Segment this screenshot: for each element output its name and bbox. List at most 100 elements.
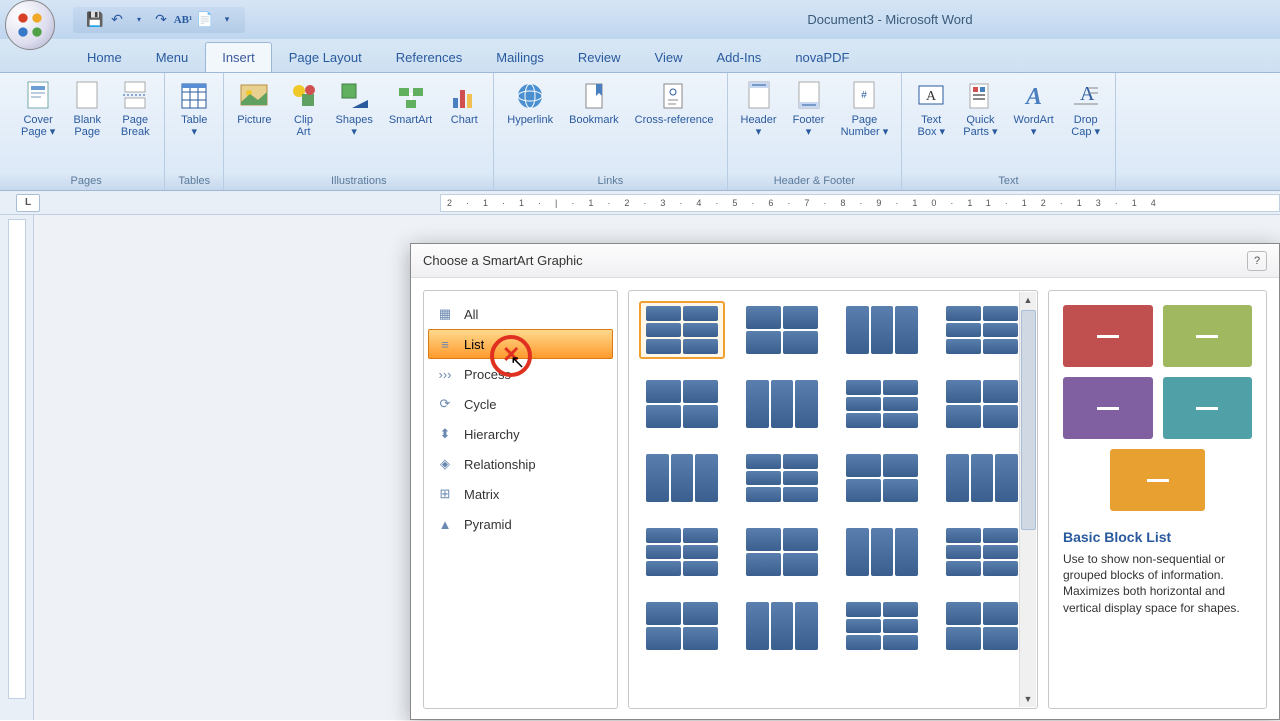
smartart-thumbnail[interactable] [839,597,925,655]
tab-novapdf[interactable]: novaPDF [778,42,866,72]
category-all[interactable]: ▦All [428,299,613,329]
tab-selector[interactable]: L [16,194,40,212]
category-hierarchy-icon: ⬍ [436,426,454,442]
category-panel: ▦All≡List›››Process⟳Cycle⬍Hierarchy◈Rela… [423,290,618,709]
smartart-thumbnail[interactable] [639,301,725,359]
text-box-button[interactable]: AText Box ▾ [908,76,954,142]
tab-add-ins[interactable]: Add-Ins [700,42,779,72]
shapes-button[interactable]: Shapes ▾ [329,76,380,142]
quick-parts-label: Quick Parts ▾ [963,114,997,138]
category-cycle[interactable]: ⟳Cycle [428,389,613,419]
cross-reference-icon [658,80,690,112]
smartart-thumbnail[interactable] [739,375,825,433]
tab-references[interactable]: References [379,42,479,72]
smartart-thumbnail[interactable] [739,523,825,581]
dialog-title: Choose a SmartArt Graphic ? [411,244,1279,278]
table-button[interactable]: Table ▾ [171,76,217,142]
undo-icon[interactable]: ↶ [109,12,125,28]
clip-art-icon [288,80,320,112]
blank-page-icon [71,80,103,112]
ribbon-group-illustrations: PictureClip ArtShapes ▾SmartArtChartIllu… [224,73,494,190]
tab-page-layout[interactable]: Page Layout [272,42,379,72]
ruler-vertical [0,215,34,720]
group-label: Links [500,173,720,190]
tab-menu[interactable]: Menu [139,42,206,72]
cover-page-button[interactable]: Cover Page ▾ [14,76,62,142]
qat-item-icon[interactable]: 📄 [197,12,213,28]
footer-button[interactable]: Footer ▾ [786,76,832,142]
tab-insert[interactable]: Insert [205,42,272,72]
smartart-thumbnail[interactable] [639,523,725,581]
smartart-thumbnail[interactable] [739,449,825,507]
drop-cap-button[interactable]: ADrop Cap ▾ [1063,76,1109,142]
tab-view[interactable]: View [638,42,700,72]
office-button[interactable] [5,0,55,50]
page-break-label: Page Break [121,114,150,138]
svg-text:A: A [1080,83,1095,105]
smartart-thumbnail[interactable] [839,375,925,433]
picture-button[interactable]: Picture [230,76,278,130]
smartart-thumbnail[interactable] [639,375,725,433]
category-relationship[interactable]: ◈Relationship [428,449,613,479]
redo-icon[interactable]: ↷ [153,12,169,28]
smartart-thumbnail[interactable] [939,301,1025,359]
smartart-thumbnail[interactable] [739,301,825,359]
smartart-thumbnail[interactable] [739,597,825,655]
category-list[interactable]: ≡List [428,329,613,359]
smartart-button[interactable]: SmartArt [382,76,439,130]
scroll-up-icon[interactable]: ▲ [1024,292,1033,308]
blank-page-button[interactable]: Blank Page [64,76,110,142]
header-button[interactable]: Header ▾ [734,76,784,142]
scroll-down-icon[interactable]: ▼ [1024,691,1033,707]
chart-button[interactable]: Chart [441,76,487,130]
smartart-thumbnail[interactable] [939,375,1025,433]
smartart-icon [395,80,427,112]
qat-customize-icon[interactable]: ▾ [219,12,235,28]
smartart-thumbnail[interactable] [939,449,1025,507]
help-icon[interactable]: ? [1247,251,1267,271]
bookmark-icon [578,80,610,112]
smartart-thumbnail[interactable] [839,523,925,581]
cross-reference-button[interactable]: Cross-reference [628,76,721,130]
tab-mailings[interactable]: Mailings [479,42,561,72]
hyperlink-icon [514,80,546,112]
smartart-thumbnail[interactable] [839,449,925,507]
format-icon[interactable]: AB¹ [175,12,191,28]
smartart-thumbnail[interactable] [939,597,1025,655]
group-label: Text [908,173,1108,190]
category-pyramid[interactable]: ▲Pyramid [428,509,613,539]
svg-text:#: # [862,90,868,101]
quick-parts-button[interactable]: Quick Parts ▾ [956,76,1004,142]
undo-dropdown-icon[interactable]: ▾ [131,12,147,28]
bookmark-button[interactable]: Bookmark [562,76,626,130]
ribbon-group-links: Hyperlink Bookmark Cross-reference Links [494,73,727,190]
smartart-dialog: Choose a SmartArt Graphic ? ▦All≡List›››… [410,243,1280,720]
page-break-button[interactable]: Page Break [112,76,158,142]
smartart-thumbnail[interactable] [839,301,925,359]
wordart-button[interactable]: AWordArt ▾ [1007,76,1061,142]
svg-text:A: A [926,89,937,104]
preview-panel: Basic Block List Use to show non-sequent… [1048,290,1267,709]
ribbon-tabs: HomeMenuInsertPage LayoutReferencesMaili… [0,39,1280,73]
picture-icon [238,80,270,112]
ribbon-group-pages: Cover Page ▾ Blank Page Page Break Pages [8,73,165,190]
smartart-thumbnail[interactable] [939,523,1025,581]
category-label: Matrix [464,487,499,502]
group-label: Tables [171,173,217,190]
hyperlink-button[interactable]: Hyperlink [500,76,560,130]
blank-page-label: Blank Page [74,114,102,138]
bookmark-label: Bookmark [569,114,619,126]
category-matrix[interactable]: ⊞Matrix [428,479,613,509]
scroll-thumb[interactable] [1021,310,1036,530]
gallery-scrollbar[interactable]: ▲ ▼ [1019,292,1036,707]
category-process[interactable]: ›››Process [428,359,613,389]
tab-home[interactable]: Home [70,42,139,72]
group-label: Pages [14,173,158,190]
smartart-thumbnail[interactable] [639,449,725,507]
clip-art-button[interactable]: Clip Art [281,76,327,142]
save-icon[interactable]: 💾 [87,12,103,28]
smartart-thumbnail[interactable] [639,597,725,655]
page-number-button[interactable]: #Page Number ▾ [834,76,896,142]
tab-review[interactable]: Review [561,42,638,72]
category-hierarchy[interactable]: ⬍Hierarchy [428,419,613,449]
